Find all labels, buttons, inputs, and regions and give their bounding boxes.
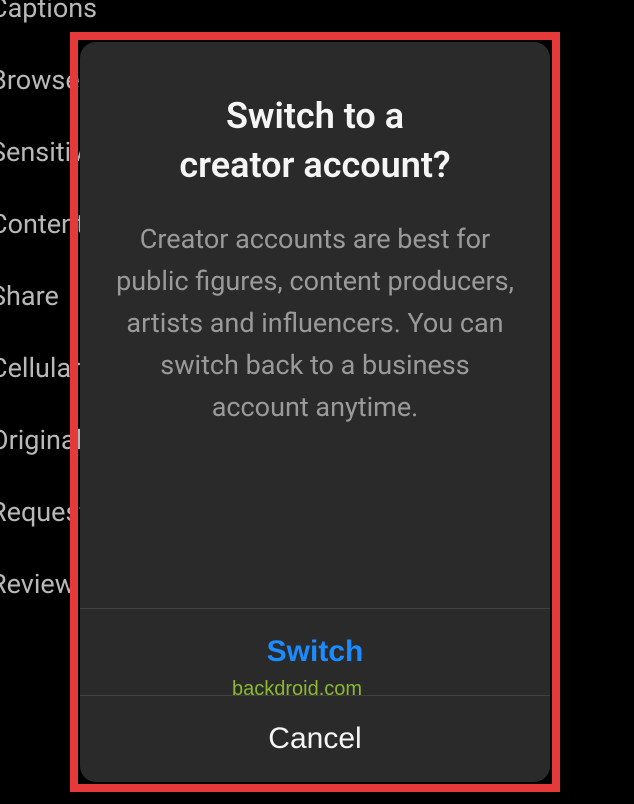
dialog-content: Switch to a creator account? Creator acc… bbox=[80, 42, 550, 608]
switch-button[interactable]: Switch backdroid.com bbox=[80, 609, 550, 696]
dialog-title-line1: Switch to a bbox=[226, 95, 404, 137]
dialog-title: Switch to a creator account? bbox=[110, 92, 520, 189]
dialog-buttons: Switch backdroid.com Cancel bbox=[80, 608, 550, 782]
switch-account-dialog: Switch to a creator account? Creator acc… bbox=[80, 42, 550, 782]
dialog-description: Creator accounts are best for public fig… bbox=[110, 219, 520, 428]
cancel-button-label: Cancel bbox=[268, 722, 361, 755]
cancel-button[interactable]: Cancel bbox=[80, 696, 550, 782]
switch-button-label: Switch bbox=[267, 635, 364, 668]
dialog-title-line2: creator account? bbox=[179, 144, 450, 186]
